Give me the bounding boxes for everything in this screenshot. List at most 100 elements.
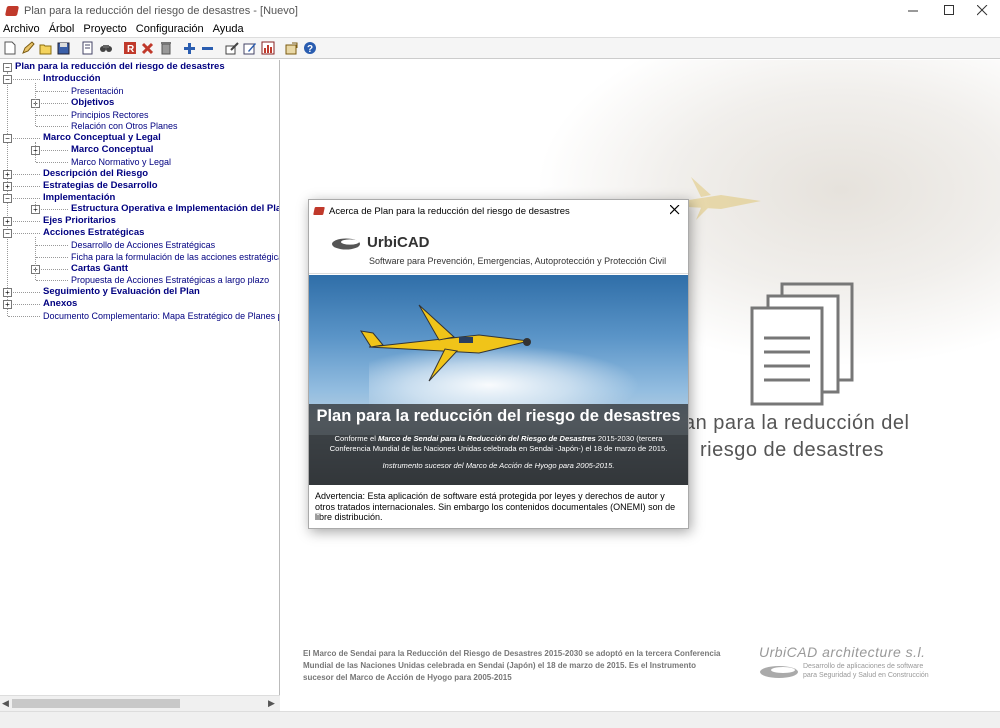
remove-icon[interactable] bbox=[199, 40, 216, 57]
app-logo-icon bbox=[4, 5, 20, 16]
maximize-button[interactable] bbox=[931, 0, 967, 21]
dialog-slogan: Software para Prevención, Emergencias, A… bbox=[369, 256, 667, 266]
menu-proyecto[interactable]: Proyecto bbox=[79, 23, 131, 35]
status-bar bbox=[0, 711, 1000, 728]
tree-item[interactable]: Desarrollo de Acciones Estratégicas bbox=[71, 239, 215, 251]
tree-expander[interactable]: − bbox=[3, 193, 12, 203]
tree-item[interactable]: Propuesta de Acciones Estratégicas a lar… bbox=[71, 274, 269, 286]
chart-icon[interactable] bbox=[259, 40, 276, 57]
tree-item[interactable]: Objetivos bbox=[71, 97, 114, 109]
banner-text-bold: Marco de Sendai para la Reducción del Ri… bbox=[378, 434, 596, 443]
brand-block: UrbiCAD architecture s.l. Desarrollo de … bbox=[759, 644, 929, 680]
brand-subtitle-2: para Seguridad y Salud en Construcción bbox=[803, 672, 929, 679]
menu-ayuda[interactable]: Ayuda bbox=[209, 23, 249, 35]
close-icon bbox=[669, 204, 680, 215]
close-icon bbox=[976, 5, 987, 16]
tree-item[interactable]: Anexos bbox=[43, 298, 77, 310]
banner-title: Plan para la reducción del riesgo de des… bbox=[316, 407, 681, 425]
dialog-app-icon bbox=[313, 207, 325, 215]
dialog-title-bar: Acerca de Plan para la reducción del rie… bbox=[309, 200, 688, 222]
menu-configuracion[interactable]: Configuración bbox=[132, 23, 209, 35]
background-title-line1: an para la reducción del bbox=[684, 412, 910, 434]
maximize-icon bbox=[943, 5, 954, 15]
window-title: Plan para la reducción del riesgo de des… bbox=[24, 4, 298, 17]
dialog-brand: UrbiCAD bbox=[367, 234, 430, 251]
svg-text:R: R bbox=[127, 44, 135, 55]
app-window: Plan para la reducción del riesgo de des… bbox=[0, 0, 1000, 728]
tree-expander[interactable]: + bbox=[3, 300, 12, 310]
preview-icon[interactable] bbox=[79, 40, 96, 57]
dialog-close-button[interactable] bbox=[669, 203, 680, 218]
tree-item[interactable]: Marco Conceptual y Legal bbox=[43, 132, 161, 144]
delete-icon[interactable] bbox=[139, 40, 156, 57]
background-title: an para la reducción del riesgo de desas… bbox=[684, 410, 909, 464]
banner-subtitle: Instrumento sucesor del Marco de Acción … bbox=[382, 461, 615, 470]
export-icon[interactable] bbox=[283, 40, 300, 57]
toolbar: R ? bbox=[0, 37, 1000, 59]
report-icon[interactable]: R bbox=[121, 40, 138, 57]
dialog-banner: Plan para la reducción del riesgo de des… bbox=[309, 275, 688, 485]
tree-item[interactable]: Introducción bbox=[43, 73, 101, 85]
title-bar: Plan para la reducción del riesgo de des… bbox=[0, 0, 1000, 21]
close-button[interactable] bbox=[964, 0, 1000, 21]
tree-item[interactable]: Principios Rectores bbox=[71, 109, 149, 121]
scrollbar-thumb[interactable] bbox=[12, 699, 180, 708]
find-icon[interactable] bbox=[97, 40, 114, 57]
tree-item[interactable]: Seguimiento y Evaluación del Plan bbox=[43, 286, 200, 298]
new-icon[interactable] bbox=[1, 40, 18, 57]
brand-subtitle-1: Desarrollo de aplicaciones de software bbox=[803, 663, 924, 670]
scroll-right-icon[interactable]: ▶ bbox=[268, 698, 275, 709]
tree-item[interactable]: Estrategias de Desarrollo bbox=[43, 180, 158, 192]
banner-text: Conforme el Marco de Sendai para la Redu… bbox=[317, 434, 680, 454]
tree-expander[interactable]: − bbox=[3, 75, 12, 84]
add-icon[interactable] bbox=[181, 40, 198, 57]
save-icon[interactable] bbox=[55, 40, 72, 57]
tool-icon[interactable] bbox=[223, 40, 240, 57]
trash-icon[interactable] bbox=[157, 40, 174, 57]
tree-expander[interactable]: − bbox=[3, 134, 12, 144]
menu-bar: Archivo Árbol Proyecto Configuración Ayu… bbox=[0, 21, 1000, 37]
tree-item[interactable]: Marco Conceptual bbox=[71, 144, 153, 156]
tree-expander[interactable]: + bbox=[3, 169, 12, 179]
about-dialog: Acerca de Plan para la reducción del rie… bbox=[308, 199, 689, 529]
tree-horizontal-scrollbar[interactable]: ◀ ▶ bbox=[0, 695, 280, 711]
pencil-icon[interactable] bbox=[241, 40, 258, 57]
tree-item[interactable]: Relación con Otros Planes bbox=[71, 120, 178, 132]
tree-item[interactable]: Ejes Prioritarios bbox=[43, 215, 116, 227]
tree-expander[interactable]: − bbox=[3, 63, 12, 72]
tree-expander[interactable]: + bbox=[3, 288, 12, 298]
urbicad-logo-icon bbox=[760, 666, 798, 678]
airplane-icon bbox=[359, 304, 531, 382]
tree-item[interactable]: Estructura Operativa e Implementación de… bbox=[71, 203, 279, 215]
menu-arbol[interactable]: Árbol bbox=[45, 23, 80, 35]
scroll-left-icon[interactable]: ◀ bbox=[2, 698, 9, 709]
tree-item[interactable]: Documento Complementario: Mapa Estratégi… bbox=[43, 310, 279, 322]
banner-text-pre: Conforme el bbox=[334, 434, 378, 443]
tree-item[interactable]: Implementación bbox=[43, 192, 115, 204]
tree-item[interactable]: Presentación bbox=[71, 85, 124, 97]
svg-text:?: ? bbox=[307, 44, 313, 55]
open-icon[interactable] bbox=[37, 40, 54, 57]
help-icon[interactable]: ? bbox=[301, 40, 318, 57]
documents-icon bbox=[750, 282, 854, 406]
menu-archivo[interactable]: Archivo bbox=[0, 23, 45, 35]
tree-item[interactable]: Acciones Estratégicas bbox=[43, 227, 144, 239]
tree-item[interactable]: Ficha para la formulación de las accione… bbox=[71, 251, 279, 263]
tree-expander[interactable]: + bbox=[3, 217, 12, 227]
minimize-button[interactable] bbox=[895, 0, 931, 21]
tree-item[interactable]: Marco Normativo y Legal bbox=[71, 156, 171, 168]
urbicad-logo-icon bbox=[332, 238, 360, 249]
tree-expander[interactable]: + bbox=[3, 181, 12, 191]
edit-icon[interactable] bbox=[19, 40, 36, 57]
tree-item[interactable]: Cartas Gantt bbox=[71, 263, 128, 275]
background-title-line2: riesgo de desastres bbox=[700, 439, 885, 461]
tree-root[interactable]: Plan para la reducción del riesgo de des… bbox=[15, 61, 225, 73]
tree-item[interactable]: Descripción del Riesgo bbox=[43, 168, 148, 180]
background-description: El Marco de Sendai para la Reducción del… bbox=[303, 649, 721, 682]
minimize-icon bbox=[907, 10, 918, 12]
tree-expander[interactable]: − bbox=[3, 229, 12, 239]
brand-name: UrbiCAD architecture s.l. bbox=[759, 644, 926, 660]
dialog-warning: Advertencia: Esta aplicación de software… bbox=[315, 491, 676, 522]
dialog-title: Acerca de Plan para la reducción del rie… bbox=[329, 205, 570, 217]
tree-view[interactable]: − Plan para la reducción del riesgo de d… bbox=[0, 60, 280, 695]
